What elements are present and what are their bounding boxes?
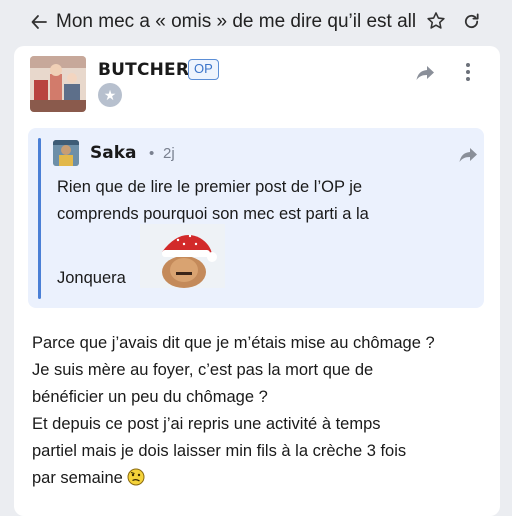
quote-separator: • [149,145,155,162]
quote-author[interactable]: Saka [90,143,137,163]
share-icon[interactable] [458,146,479,164]
star-outline-icon[interactable] [425,10,447,32]
post-author[interactable]: BUTCHER [98,60,189,80]
share-icon[interactable] [415,64,436,82]
arrow-left-icon[interactable] [30,13,48,31]
quote-line: comprends pourquoi son mec est parti a l… [57,205,369,223]
page-title: Mon mec a « omis » de me dire qu’il est … [56,11,416,32]
op-badge: OP [188,59,219,80]
body-line: Je suis mère au foyer, c’est pas la mort… [32,361,374,379]
refresh-icon[interactable] [462,12,481,31]
body-line-last: par semaine [32,465,492,492]
quote-last-line: Jonquera [57,269,126,287]
star-badge-icon: ★ [98,83,122,107]
top-bar: Mon mec a « omis » de me dire qu’il est … [0,0,512,46]
quote-time: 2j [163,145,175,162]
body-line: bénéficier un peu du chômage ? [32,388,268,406]
more-vertical-icon[interactable] [465,62,471,82]
quote-line: Rien que de lire le premier post de l’OP… [57,178,363,196]
body-line: Et depuis ce post j’ai repris une activi… [32,415,381,433]
body-line: partiel mais je dois laisser min fils à … [32,442,407,460]
body-line: par semaine [32,469,123,487]
body-line: Parce que j’avais dit que je m’étais mis… [32,334,435,352]
santa-hat-sticker [140,224,225,288]
author-avatar[interactable] [30,56,86,112]
confused-face-icon [127,468,145,486]
post-body: Parce que j’avais dit que je m’étais mis… [32,330,492,492]
quote-author-avatar[interactable] [53,140,79,166]
quote-text: Rien que de lire le premier post de l’OP… [57,174,457,228]
quoted-post: Saka • 2j Rien que de lire le premier po… [28,128,484,308]
post-card: ★ BUTCHER OP Saka • 2j Rien que de lire … [14,46,500,516]
quote-bar [38,138,41,299]
